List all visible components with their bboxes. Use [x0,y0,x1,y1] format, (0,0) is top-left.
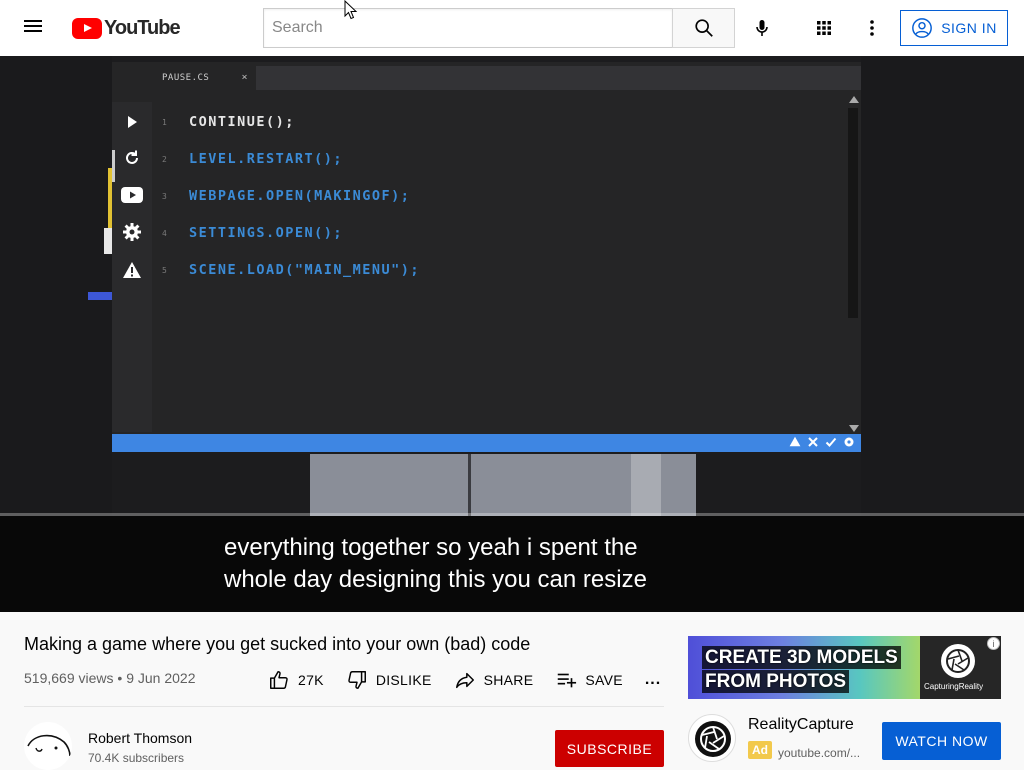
video-actions: 27K DISLIKE SHARE SAVE ... [268,668,661,692]
more-vert-icon[interactable] [860,16,884,40]
youtube-icon [120,183,144,207]
warning-icon [120,258,144,282]
dislike-label: DISLIKE [375,672,432,688]
editor-status-bar [112,434,861,452]
search-input[interactable] [263,8,672,48]
advertiser-logo[interactable] [688,714,736,762]
thumb-up-icon [270,671,288,689]
search-icon [694,19,713,37]
upload-date: 9 Jun 2022 [126,670,196,686]
advertiser-name[interactable]: RealityCapture [748,716,854,734]
code-line: 1 CONTINUE(); [162,114,295,130]
ad-badge: Ad [748,741,772,759]
share-label: SHARE [483,672,534,688]
restart-icon [120,146,144,170]
dislike-button[interactable]: DISLIKE [346,669,432,691]
code-lines: 1 CONTINUE(); 2 LEVEL.RESTART(); 3 WEBPA… [152,114,842,299]
editor-tab: PAUSE.CS × [152,66,256,92]
like-count: 27K [298,672,324,688]
gear-icon [844,437,854,447]
code-line: 4 SETTINGS.OPEN(); [162,225,344,241]
like-button[interactable]: 27K [268,669,324,691]
video-title: Making a game where you get sucked into … [24,634,531,654]
video-meta: 519,669 views • 9 Jun 2022 [24,670,196,686]
scene-blocks [310,454,696,516]
ad-brand-logo-icon [941,644,975,678]
meta-separator: • [117,670,123,686]
mouse-cursor-icon [344,0,358,20]
watch-now-button[interactable]: WATCH NOW [882,722,1001,760]
thumb-down-icon [348,671,366,689]
masthead: YouTube SIGN IN [0,0,1024,56]
divider [24,706,664,707]
logo-text: YouTube [104,16,181,39]
video-player[interactable]: PAUSE.CS × 1 CONTINUE(); 2 LEVEL.RESTART… [0,56,1024,612]
channel-name[interactable]: Robert Thomson [88,730,192,746]
ad-headline: CREATE 3D MODELS FROM PHOTOS [702,646,901,694]
play-icon [120,110,144,134]
share-button[interactable]: SHARE [454,669,534,691]
save-button[interactable]: SAVE [555,669,623,691]
editor-tab-label: PAUSE.CS [162,73,210,83]
warning-icon [789,436,801,447]
settings-icon [120,220,144,244]
editor-tabs: PAUSE.CS × [152,66,861,92]
captions-area: everything together so yeah i spent the … [0,516,1024,612]
code-line: 5 SCENE.LOAD("MAIN_MENU"); [162,262,421,278]
check-icon [825,437,837,447]
sign-in-button[interactable]: SIGN IN [900,10,1008,46]
search-button[interactable] [672,8,735,48]
avatar[interactable] [24,722,72,770]
caption-window: everything together so yeah i spent the … [218,532,653,596]
ad-banner[interactable]: CREATE 3D MODELS FROM PHOTOS CapturingRe… [688,636,1001,699]
caption-line: whole day designing this you can resize [224,566,647,593]
share-icon [455,672,474,689]
tools-icon [808,437,818,447]
code-line: 3 WEBPAGE.OPEN(MAKINGOF); [162,188,411,204]
code-line: 2 LEVEL.RESTART(); [162,151,344,167]
more-horiz-icon: ... [644,671,662,688]
code-editor: PAUSE.CS × 1 CONTINUE(); 2 LEVEL.RESTART… [112,62,861,452]
sign-in-label: SIGN IN [941,20,997,36]
subscriber-count: 70.4K subscribers [88,751,185,765]
playlist-add-icon [558,673,577,688]
save-label: SAVE [585,672,623,688]
search-bar [263,8,735,48]
apps-icon[interactable] [812,16,836,40]
ad-url: youtube.com/... [778,746,861,760]
video-frame: PAUSE.CS × 1 CONTINUE(); 2 LEVEL.RESTART… [0,56,1024,516]
youtube-logo[interactable]: YouTube [72,16,181,39]
info-icon[interactable]: i [987,637,1000,650]
close-icon: × [241,72,248,83]
caption-line: everything together so yeah i spent the [224,534,638,561]
ad-brand-text: CapturingReality [924,682,984,691]
subscribe-button[interactable]: SUBSCRIBE [555,730,664,767]
editor-scrollbar [847,96,859,432]
youtube-logo-icon [72,17,102,39]
editor-sidebar [112,102,152,432]
menu-icon[interactable] [24,18,48,38]
mic-icon[interactable] [750,16,774,40]
account-icon [912,18,933,38]
view-count: 519,669 views [24,670,114,686]
more-actions-button[interactable]: ... [645,671,661,689]
